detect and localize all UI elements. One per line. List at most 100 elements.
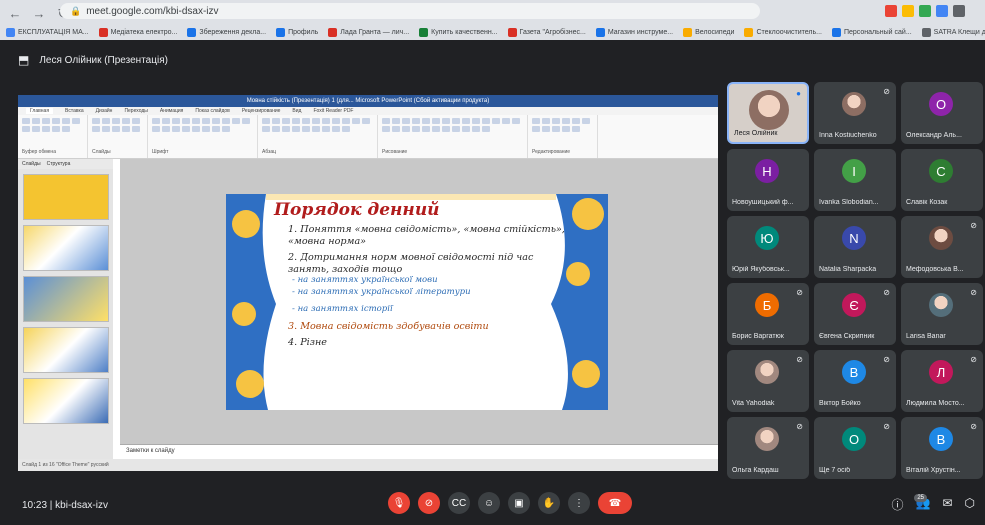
ribbon-tool-icon[interactable] [32,126,40,132]
bookmark-item[interactable]: Магазин инструме... [595,27,673,37]
ribbon-tool-icon[interactable] [312,126,320,132]
ribbon-tool-icon[interactable] [582,118,590,124]
ribbon-tool-icon[interactable] [332,118,340,124]
ribbon-tool-icon[interactable] [162,126,170,132]
ppt-tab[interactable]: Показ слайдов [195,108,229,114]
ribbon-tool-icon[interactable] [552,118,560,124]
ribbon-tool-icon[interactable] [442,118,450,124]
emoji-icon[interactable]: ☺ [478,492,500,514]
info-icon[interactable]: ⓘ [891,496,903,513]
ppt-tab[interactable]: Foxit Reader PDF [313,108,353,114]
participant-tile[interactable]: Мефодовська В... ⊘ [901,216,983,278]
ribbon-tool-icon[interactable] [542,126,550,132]
ribbon-tool-icon[interactable] [302,118,310,124]
ribbon-tool-icon[interactable] [282,126,290,132]
extension-icon[interactable] [885,5,897,17]
bookmark-item[interactable]: Профиль [276,27,318,37]
slide-notes[interactable]: Заметки к слайду [120,444,718,459]
ribbon-tool-icon[interactable] [412,126,420,132]
ribbon-tool-icon[interactable] [202,126,210,132]
ribbon-tool-icon[interactable] [182,126,190,132]
participant-tile[interactable]: N Natalia Sharpacka [814,216,896,278]
ribbon-tool-icon[interactable] [342,126,350,132]
ribbon-tool-icon[interactable] [32,118,40,124]
participant-tile[interactable]: Vita Yahodiak ⊘ [727,350,809,412]
ribbon-tool-icon[interactable] [262,126,270,132]
ribbon-tool-icon[interactable] [172,118,180,124]
participant-tile[interactable]: I Ivanka Slobodian... [814,149,896,211]
ribbon-tool-icon[interactable] [282,118,290,124]
raise-hand-icon[interactable]: ✋ [538,492,560,514]
ribbon-tool-icon[interactable] [262,118,270,124]
extension-icon[interactable] [919,5,931,17]
ribbon-tool-icon[interactable] [182,118,190,124]
participant-tile[interactable]: О Олександр Аль... [901,82,983,144]
ribbon-tool-icon[interactable] [112,126,120,132]
ppt-tab[interactable]: Рецензирование [242,108,281,114]
ppt-tab[interactable]: Анимация [160,108,183,114]
ribbon-tool-icon[interactable] [42,126,50,132]
ribbon-tool-icon[interactable] [192,126,200,132]
ribbon-tool-icon[interactable] [62,118,70,124]
ribbon-tool-icon[interactable] [42,118,50,124]
participant-tile[interactable]: Ю Юрій Якубовськ... [727,216,809,278]
ribbon-tool-icon[interactable] [422,118,430,124]
participant-tile[interactable]: Ольга Кардаш ⊘ [727,417,809,479]
ribbon-tool-icon[interactable] [342,118,350,124]
ribbon-tool-icon[interactable] [112,118,120,124]
ribbon-tool-icon[interactable] [122,118,130,124]
ribbon-tool-icon[interactable] [152,118,160,124]
ribbon-tool-icon[interactable] [442,126,450,132]
bookmark-item[interactable]: Лада Гранта — лич... [328,27,409,37]
captions-icon[interactable]: CC [448,492,470,514]
participant-tile[interactable]: Н Новоушицький ф... [727,149,809,211]
ribbon-tool-icon[interactable] [222,126,230,132]
ppt-tab[interactable]: Дизайн [96,108,113,114]
end-call-icon[interactable]: ☎ [598,492,632,514]
ribbon-tool-icon[interactable] [102,126,110,132]
ribbon-tool-icon[interactable] [472,118,480,124]
ribbon-tool-icon[interactable] [452,126,460,132]
ribbon-tool-icon[interactable] [172,126,180,132]
ribbon-tool-icon[interactable] [132,118,140,124]
slide-thumbnail[interactable] [23,225,109,271]
participant-tile[interactable]: Larisa Banar ⊘ [901,283,983,345]
more-options-icon[interactable]: ⋮ [568,492,590,514]
forward-icon[interactable]: → [32,7,46,21]
address-bar[interactable]: 🔒 meet.google.com/kbi-dsax-izv [60,3,760,19]
participant-tile[interactable]: С Славік Козак [901,149,983,211]
participant-tile[interactable]: Inna Kostiuchenko ⊘ [814,82,896,144]
bookmark-item[interactable]: Купить качественн... [419,27,498,37]
ribbon-tool-icon[interactable] [192,118,200,124]
ribbon-tool-icon[interactable] [152,126,160,132]
ribbon-tool-icon[interactable] [562,126,570,132]
ribbon-tool-icon[interactable] [352,118,360,124]
participant-tile[interactable]: Л Людмила Мосто... ⊘ [901,350,983,412]
ribbon-tool-icon[interactable] [432,118,440,124]
ribbon-tool-icon[interactable] [392,118,400,124]
ribbon-tool-icon[interactable] [462,126,470,132]
participant-tile[interactable]: Б Борис Варгатюк ⊘ [727,283,809,345]
slide-thumbnail[interactable] [23,174,109,220]
ribbon-tool-icon[interactable] [92,126,100,132]
ribbon-tool-icon[interactable] [22,126,30,132]
pane-tab[interactable]: Слайды [22,161,41,167]
camera-off-icon[interactable]: ⊘ [418,492,440,514]
ribbon-tool-icon[interactable] [222,118,230,124]
ribbon-tool-icon[interactable] [382,126,390,132]
extension-icon[interactable] [936,5,948,17]
bookmark-item[interactable]: ЕКСПЛУАТАЦІЯ МА... [6,27,89,37]
participant-tile[interactable]: O Ще 7 осіб ⊘ [814,417,896,479]
ribbon-tool-icon[interactable] [532,118,540,124]
menu-icon[interactable] [953,5,965,17]
participant-tile[interactable]: Є Євгена Скрипник ⊘ [814,283,896,345]
ribbon-tool-icon[interactable] [92,118,100,124]
ribbon-tool-icon[interactable] [272,118,280,124]
ribbon-tool-icon[interactable] [392,126,400,132]
participant-tile[interactable]: В Віктор Бойко ⊘ [814,350,896,412]
ribbon-tool-icon[interactable] [322,118,330,124]
ribbon-tool-icon[interactable] [472,126,480,132]
ribbon-tool-icon[interactable] [492,118,500,124]
ribbon-tool-icon[interactable] [322,126,330,132]
ribbon-tool-icon[interactable] [412,118,420,124]
